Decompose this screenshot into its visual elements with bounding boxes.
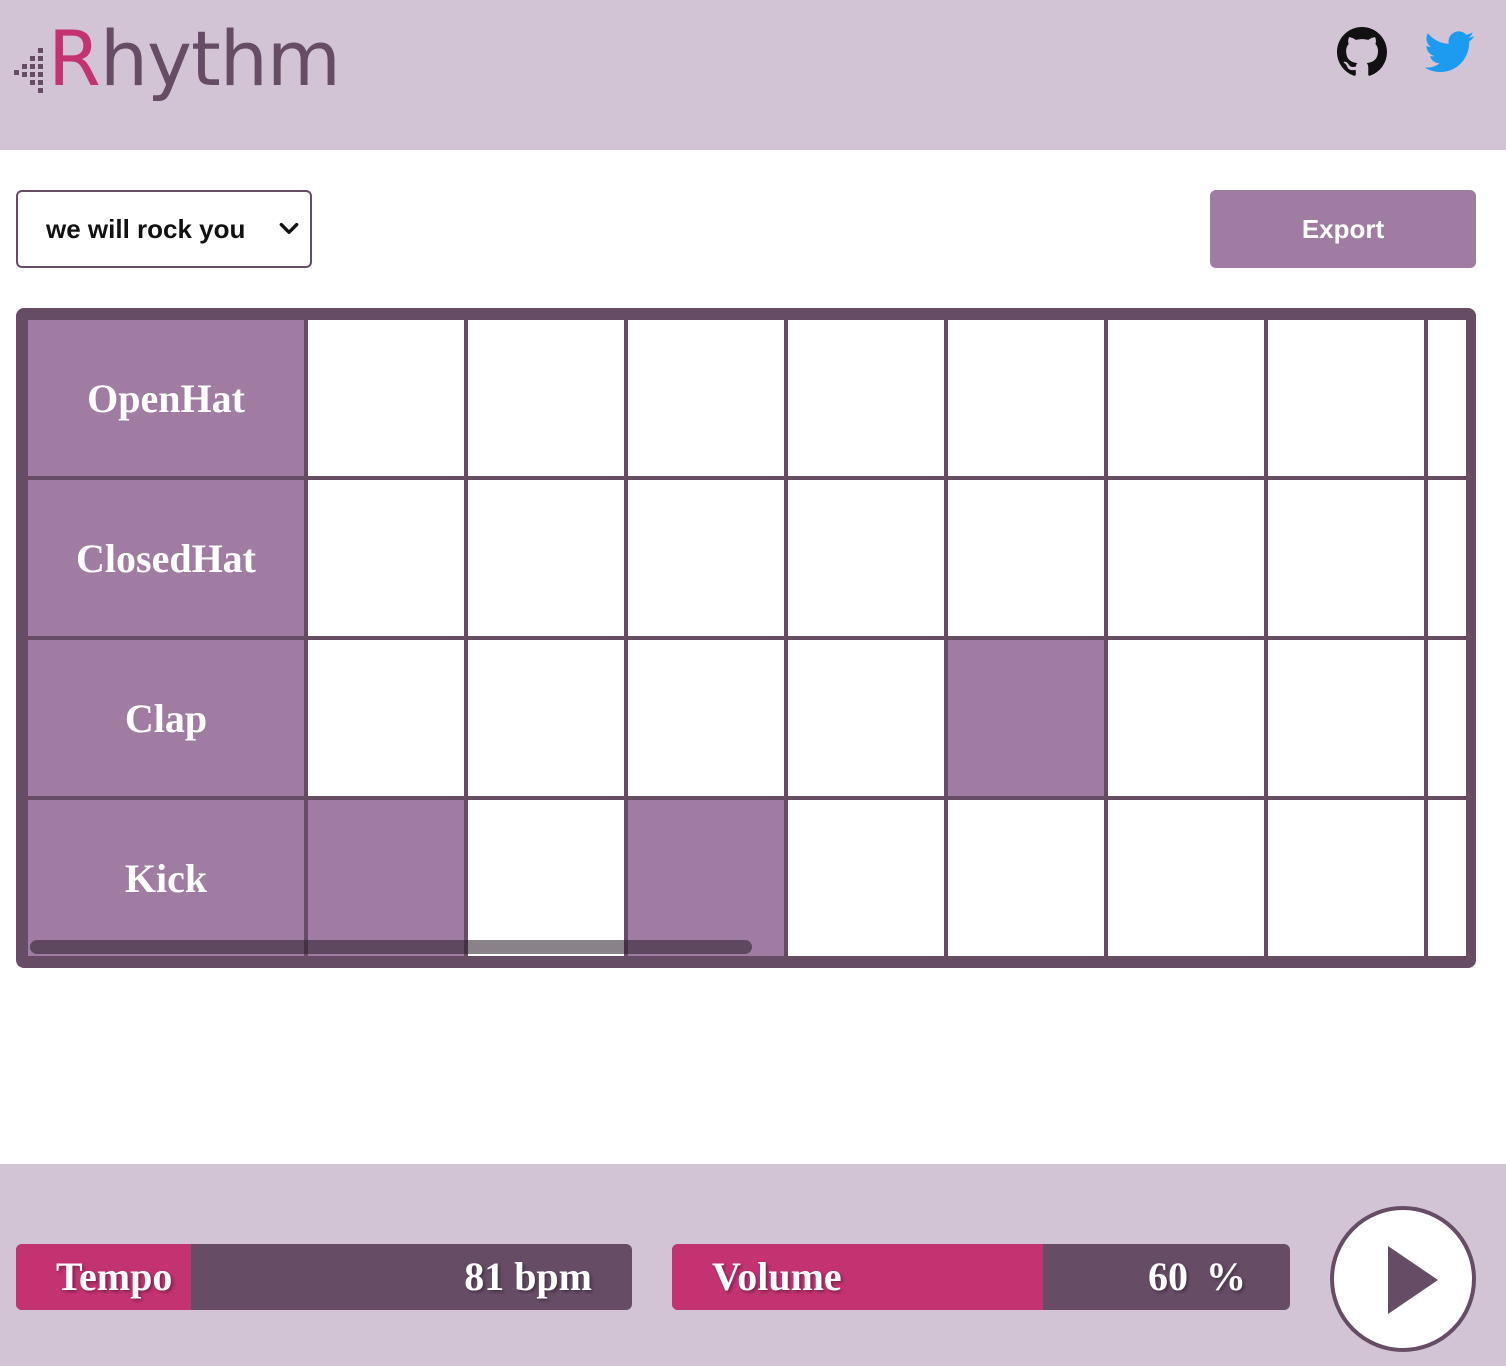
- step-cell-openhat-3[interactable]: [628, 320, 784, 476]
- step-cell-openhat-4[interactable]: [788, 320, 944, 476]
- step-cell-kick-2[interactable]: [468, 800, 624, 956]
- step-cell-clap-5[interactable]: [948, 640, 1104, 796]
- step-cell-clap-4[interactable]: [788, 640, 944, 796]
- step-cell-kick-7[interactable]: [1268, 800, 1424, 956]
- step-cell-kick-4[interactable]: [788, 800, 944, 956]
- tempo-value: 81 bpm: [464, 1254, 592, 1299]
- step-cell-openhat-8[interactable]: [1428, 320, 1466, 476]
- step-cell-clap-6[interactable]: [1108, 640, 1264, 796]
- step-cell-kick-6[interactable]: [1108, 800, 1264, 956]
- twitter-link[interactable]: [1424, 26, 1476, 78]
- header: Rhythm: [0, 0, 1506, 150]
- logo-letter-r: R: [48, 14, 101, 103]
- play-button[interactable]: [1330, 1206, 1476, 1352]
- track-label-kick: Kick: [28, 800, 304, 956]
- horizontal-scrollbar[interactable]: [30, 940, 752, 954]
- track-label-closedhat: ClosedHat: [28, 480, 304, 636]
- volume-label: Volume: [712, 1254, 842, 1299]
- step-cell-kick-3[interactable]: [628, 800, 784, 956]
- tempo-slider[interactable]: Tempo 81 bpm: [16, 1244, 632, 1310]
- sequencer-grid: OpenHat ClosedHat Clap Kick: [16, 308, 1476, 968]
- step-cell-closedhat-5[interactable]: [948, 480, 1104, 636]
- tempo-label: Tempo: [56, 1254, 173, 1299]
- sequencer-grid-scroll[interactable]: OpenHat ClosedHat Clap Kick: [28, 320, 1466, 964]
- step-cell-closedhat-4[interactable]: [788, 480, 944, 636]
- step-cell-openhat-6[interactable]: [1108, 320, 1264, 476]
- twitter-icon: [1425, 31, 1475, 72]
- step-cell-clap-8[interactable]: [1428, 640, 1466, 796]
- step-cell-kick-1[interactable]: [308, 800, 464, 956]
- step-cell-openhat-5[interactable]: [948, 320, 1104, 476]
- step-cell-closedhat-6[interactable]: [1108, 480, 1264, 636]
- export-button[interactable]: Export: [1210, 190, 1476, 268]
- step-cell-clap-2[interactable]: [468, 640, 624, 796]
- step-cell-clap-1[interactable]: [308, 640, 464, 796]
- github-link[interactable]: [1336, 26, 1388, 78]
- step-cell-closedhat-8[interactable]: [1428, 480, 1466, 636]
- volume-value: 60 %: [1148, 1254, 1246, 1299]
- logo-text: Rhythm: [48, 14, 341, 104]
- step-cell-clap-3[interactable]: [628, 640, 784, 796]
- step-cell-openhat-1[interactable]: [308, 320, 464, 476]
- step-cell-kick-8[interactable]: [1428, 800, 1466, 956]
- github-icon: [1337, 27, 1387, 76]
- play-icon: [1388, 1246, 1438, 1314]
- track-label-openhat: OpenHat: [28, 320, 304, 476]
- step-cell-closedhat-1[interactable]: [308, 480, 464, 636]
- step-cell-openhat-7[interactable]: [1268, 320, 1424, 476]
- preset-select[interactable]: we will rock you: [16, 190, 312, 268]
- step-cell-clap-7[interactable]: [1268, 640, 1424, 796]
- chevron-down-icon: [279, 222, 299, 234]
- step-cell-closedhat-3[interactable]: [628, 480, 784, 636]
- step-cell-closedhat-7[interactable]: [1268, 480, 1424, 636]
- step-cell-openhat-2[interactable]: [468, 320, 624, 476]
- preset-select-value: we will rock you: [46, 213, 246, 244]
- track-label-clap: Clap: [28, 640, 304, 796]
- step-cell-closedhat-2[interactable]: [468, 480, 624, 636]
- logo-letters: hythm: [99, 14, 341, 103]
- step-cell-kick-5[interactable]: [948, 800, 1104, 956]
- volume-slider[interactable]: Volume 60 %: [672, 1244, 1290, 1310]
- footer-controls: Tempo 81 bpm Volume 60 %: [0, 1164, 1506, 1366]
